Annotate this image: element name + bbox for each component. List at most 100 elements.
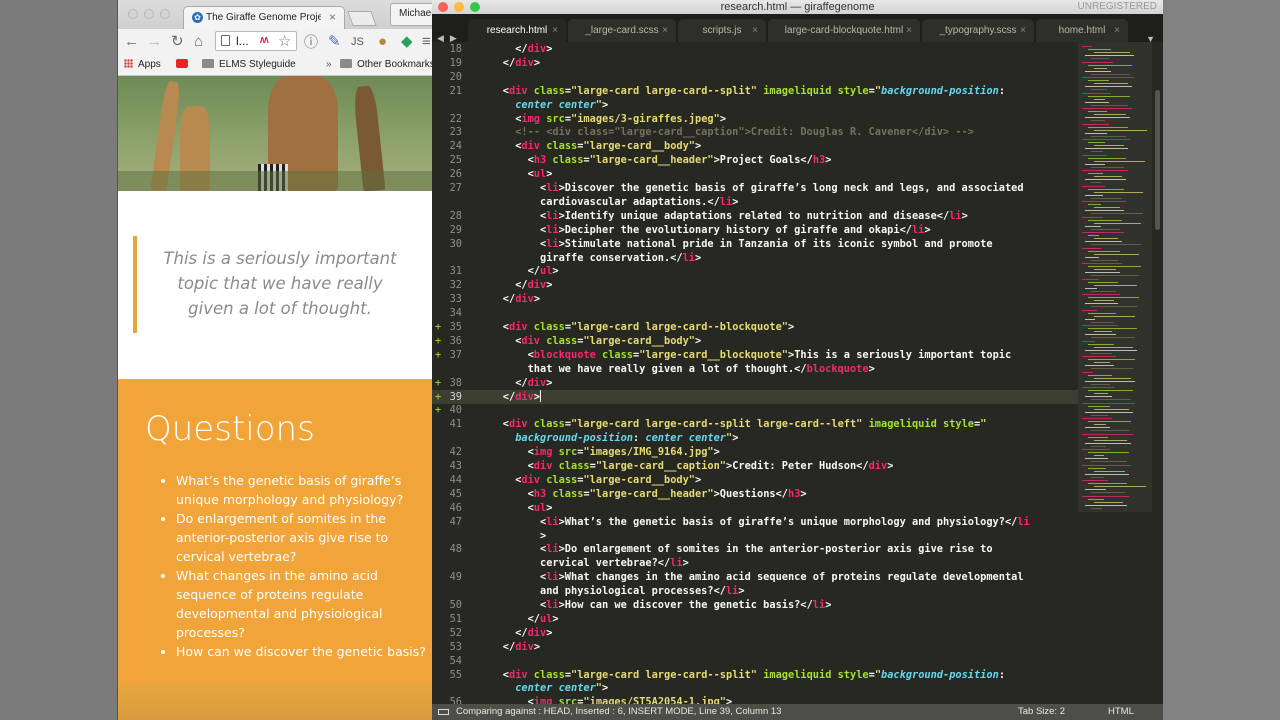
- bookmark-apps[interactable]: Apps: [124, 59, 161, 70]
- code-line[interactable]: that we have really given a lot of thoug…: [432, 362, 1078, 376]
- window-minimize-button[interactable]: [144, 9, 154, 19]
- code-line[interactable]: 43 <div class="large-card__caption">Cred…: [432, 459, 1078, 473]
- code-line[interactable]: 34: [432, 306, 1078, 320]
- code-line[interactable]: 18 </div>: [432, 42, 1078, 56]
- code-line[interactable]: +37 <blockquote class="large-card__block…: [432, 348, 1078, 362]
- minimap-line: [1082, 77, 1134, 78]
- panel-toggle-icon[interactable]: [438, 709, 449, 715]
- code-line[interactable]: 47 <li>What’s the genetic basis of giraf…: [432, 515, 1078, 529]
- editor-tab-typography-scss[interactable]: _typography.scss ×: [922, 19, 1034, 42]
- editor-zoom-button[interactable]: [470, 2, 480, 12]
- javascript-extension-icon[interactable]: JS: [351, 33, 364, 51]
- code-line[interactable]: 28 <li>Identify unique adaptations relat…: [432, 209, 1078, 223]
- vertical-scrollbar[interactable]: [1152, 42, 1163, 704]
- code-line[interactable]: 56 <img src="images/ST5A2054-1.jpg">: [432, 695, 1078, 704]
- code-line[interactable]: 25 <h3 class="large-card__header">Projec…: [432, 153, 1078, 167]
- scrollbar-thumb[interactable]: [1155, 90, 1160, 230]
- home-icon[interactable]: ⌂: [194, 33, 203, 51]
- close-tab-icon[interactable]: ×: [329, 10, 336, 24]
- code-line[interactable]: cardiovascular adaptations.</li>: [432, 195, 1078, 209]
- code-line[interactable]: +35 <div class="large-card large-card--b…: [432, 320, 1078, 334]
- menu-icon[interactable]: ≡: [422, 33, 431, 51]
- minimap-line: [1094, 486, 1146, 488]
- code-line[interactable]: 30 <li>Stimulate national pride in Tanza…: [432, 237, 1078, 251]
- close-tab-icon[interactable]: ×: [1114, 19, 1120, 42]
- browser-tab-other[interactable]: Michael: [390, 3, 432, 26]
- reload-icon[interactable]: ↻: [171, 33, 184, 51]
- close-tab-icon[interactable]: ×: [662, 19, 668, 42]
- code-line[interactable]: 22 <img src="images/3-giraffes.jpeg">: [432, 112, 1078, 126]
- editor-tab-home-html[interactable]: home.html ×: [1036, 19, 1128, 42]
- minimap-line: [1085, 132, 1107, 134]
- tab-size-selector[interactable]: Tab Size: 2: [1018, 704, 1065, 720]
- code-line[interactable]: 51 </ul>: [432, 612, 1078, 626]
- forward-icon[interactable]: →: [147, 33, 162, 51]
- code-line[interactable]: 24 <div class="large-card__body">: [432, 139, 1078, 153]
- code-line[interactable]: 41 <div class="large-card large-card--sp…: [432, 417, 1078, 431]
- code-line[interactable]: background-position: center center">: [432, 431, 1078, 445]
- code-line[interactable]: 21 <div class="large-card large-card--sp…: [432, 84, 1078, 98]
- editor-tab-scripts-js[interactable]: scripts.js ×: [678, 19, 766, 42]
- editor-tab-research-html[interactable]: research.html ×: [468, 19, 566, 42]
- code-line[interactable]: and physiological processes?</li>: [432, 584, 1078, 598]
- syntax-selector[interactable]: HTML: [1108, 704, 1134, 720]
- code-editor[interactable]: 18 </div> 19 </div> 20 21 <div class="large…: [432, 42, 1078, 704]
- code-line[interactable]: 45 <h3 class="large-card__header">Questi…: [432, 487, 1078, 501]
- close-tab-icon[interactable]: ×: [752, 19, 758, 42]
- eyedropper-icon[interactable]: ✎: [328, 33, 341, 51]
- bookmark-other[interactable]: Other Bookmarks: [340, 59, 432, 70]
- code-line[interactable]: 26 <ul>: [432, 167, 1078, 181]
- youtube-bookmark-icon[interactable]: [176, 59, 188, 71]
- code-line[interactable]: 54: [432, 654, 1078, 668]
- code-line[interactable]: 20: [432, 70, 1078, 84]
- code-line[interactable]: 32 </div>: [432, 278, 1078, 292]
- window-close-button[interactable]: [128, 9, 138, 19]
- code-line[interactable]: 33 </div>: [432, 292, 1078, 306]
- code-line[interactable]: 31 </ul>: [432, 264, 1078, 278]
- code-line[interactable]: 50 <li>How can we discover the genetic b…: [432, 598, 1078, 612]
- code-line[interactable]: center center">: [432, 98, 1078, 112]
- code-line[interactable]: 42 <img src="images/IMG_9164.jpg">: [432, 445, 1078, 459]
- code-line[interactable]: 52 </div>: [432, 626, 1078, 640]
- code-line[interactable]: 53 </div>: [432, 640, 1078, 654]
- close-tab-icon[interactable]: ×: [1020, 19, 1026, 42]
- code-line[interactable]: 23 <!-- <div class="large-card__caption"…: [432, 125, 1078, 139]
- code-line[interactable]: 55 <div class="large-card large-card--sp…: [432, 668, 1078, 682]
- bookmark-elms-styleguide[interactable]: ELMS Styleguide: [202, 59, 296, 70]
- info-icon[interactable]: ⓘ: [304, 33, 318, 51]
- editor-close-button[interactable]: [438, 2, 448, 12]
- minimap-viewport[interactable]: [1078, 42, 1152, 512]
- cookie-icon[interactable]: ●: [378, 33, 387, 51]
- browser-tab-active[interactable]: ✿ The Giraffe Genome Project ×: [183, 6, 345, 29]
- code-line[interactable]: 27 <li>Discover the genetic basis of gir…: [432, 181, 1078, 195]
- address-bar[interactable]: l... ʍ ☆: [215, 31, 297, 51]
- extension-icon[interactable]: ʍ: [260, 34, 269, 46]
- code-line[interactable]: 48 <li>Do enlargement of somites in the …: [432, 542, 1078, 556]
- code-line[interactable]: 49 <li>What changes in the amino acid se…: [432, 570, 1078, 584]
- code-line[interactable]: 29 <li>Decipher the evolutionary history…: [432, 223, 1078, 237]
- close-tab-icon[interactable]: ×: [552, 19, 558, 42]
- code-line[interactable]: cervical vertebrae?</li>: [432, 556, 1078, 570]
- new-tab-button[interactable]: [347, 11, 377, 26]
- code-line[interactable]: 44 <div class="large-card__body">: [432, 473, 1078, 487]
- editor-tab-large-card-scss[interactable]: _large-card.scss ×: [568, 19, 676, 42]
- code-line[interactable]: +38 </div>: [432, 376, 1078, 390]
- code-line[interactable]: 46 <ul>: [432, 501, 1078, 515]
- code-line[interactable]: giraffe conservation.</li>: [432, 251, 1078, 265]
- current-code-line[interactable]: +39 </div>: [432, 389, 1078, 404]
- extension-green-icon[interactable]: ◆: [401, 33, 413, 51]
- code-line[interactable]: +36 <div class="large-card__body">: [432, 334, 1078, 348]
- back-icon[interactable]: ←: [124, 33, 139, 51]
- bookmarks-overflow-icon[interactable]: »: [326, 59, 332, 70]
- editor-minimize-button[interactable]: [454, 2, 464, 12]
- minimap[interactable]: [1078, 42, 1152, 704]
- code-line[interactable]: center center">: [432, 681, 1078, 695]
- close-tab-icon[interactable]: ×: [906, 19, 912, 42]
- minimap-line: [1088, 328, 1137, 330]
- code-line[interactable]: +40: [432, 403, 1078, 417]
- code-line[interactable]: >: [432, 529, 1078, 543]
- bookmark-star-icon[interactable]: ☆: [278, 32, 291, 50]
- editor-tab-large-card-blockquote-html[interactable]: large-card-blockquote.html ×: [768, 19, 920, 42]
- code-line[interactable]: 19 </div>: [432, 56, 1078, 70]
- window-zoom-button[interactable]: [160, 9, 170, 19]
